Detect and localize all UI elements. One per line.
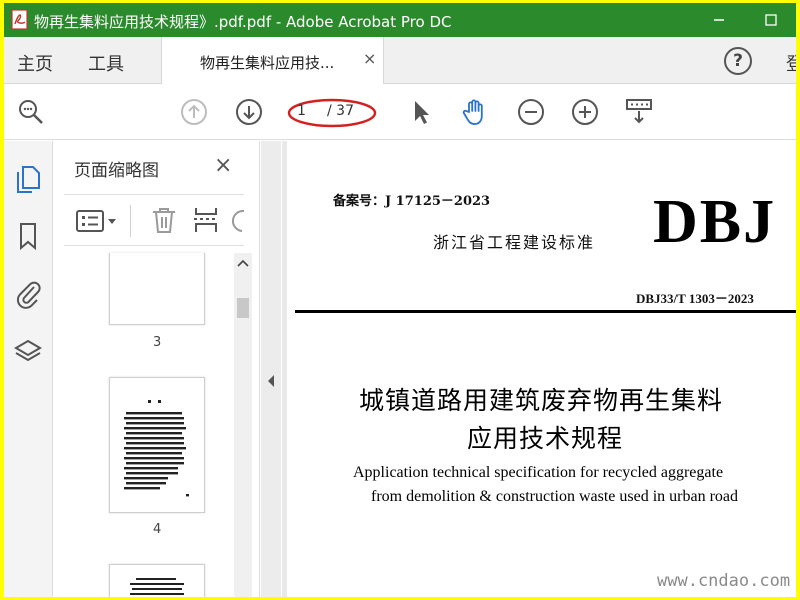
help-icon[interactable]: ? xyxy=(724,47,752,75)
minimize-icon xyxy=(714,19,724,21)
search-zoom-icon[interactable] xyxy=(16,97,46,127)
attachments-icon[interactable] xyxy=(14,279,42,309)
page-thumbnails-icon[interactable] xyxy=(14,163,42,193)
insert-page-icon[interactable] xyxy=(192,205,220,235)
thumbnail-scrollbar[interactable] xyxy=(234,253,252,597)
page-current[interactable]: 1 xyxy=(297,103,306,119)
tab-home[interactable]: 主页 xyxy=(17,50,53,76)
zoom-in-icon[interactable] xyxy=(570,97,600,127)
thumbnail-number-4: 4 xyxy=(153,522,162,537)
thumbnail-number-3: 3 xyxy=(153,335,162,350)
document-tab-close-icon[interactable]: × xyxy=(363,49,376,68)
scroll-up-icon[interactable] xyxy=(237,259,249,267)
document-tab[interactable]: 物再生集料应用技... × xyxy=(161,37,384,84)
thumbnail-page-4[interactable] xyxy=(109,377,205,513)
next-page-icon[interactable] xyxy=(234,97,264,127)
tab-tools[interactable]: 工具 xyxy=(88,50,124,76)
document-view[interactable]: 备案号：J 17125－2023 浙江省工程建设标准 DBJ DBJ33/T 1… xyxy=(282,141,796,597)
thumbnail-page-4-content xyxy=(124,400,189,497)
window-title: 物再生集料应用技术规程》.pdf.pdf - Adobe Acrobat Pro… xyxy=(34,13,452,31)
sign-in-label[interactable]: 登 xyxy=(786,50,796,76)
minimize-button[interactable] xyxy=(704,9,734,31)
rotate-page-icon[interactable] xyxy=(232,207,246,235)
bookmarks-icon[interactable] xyxy=(14,221,42,251)
document-page: 备案号：J 17125－2023 浙江省工程建设标准 DBJ DBJ33/T 1… xyxy=(287,141,796,597)
thumbnail-options-icon[interactable] xyxy=(76,209,120,233)
panel-toolbar-divider xyxy=(130,205,131,237)
thumbnail-page-3[interactable] xyxy=(109,253,205,325)
layers-icon[interactable] xyxy=(14,337,42,367)
select-cursor-icon[interactable] xyxy=(406,97,436,127)
tab-bar: 主页 工具 物再生集料应用技... × ? 登 xyxy=(4,37,796,84)
left-navigation-rail xyxy=(4,141,53,597)
english-title-line1: Application technical specification for … xyxy=(353,464,724,481)
panel-title: 页面缩略图 xyxy=(74,161,159,181)
thumbnail-page-5-content xyxy=(130,578,184,595)
acrobat-window: 物再生集料应用技术规程》.pdf.pdf - Adobe Acrobat Pro… xyxy=(4,3,796,597)
maximize-icon xyxy=(765,14,777,26)
thumbnail-page-5[interactable] xyxy=(109,564,205,597)
standard-code: DBJ33/T 1303－2023 xyxy=(636,291,754,306)
dbj-logo: DBJ xyxy=(653,188,777,256)
page-thumbnails-panel: 页面缩略图 × 3 4 xyxy=(54,141,260,597)
fit-page-icon[interactable] xyxy=(624,97,654,127)
zoom-out-icon[interactable] xyxy=(516,97,546,127)
acrobat-app-icon[interactable] xyxy=(10,9,30,31)
scrollbar-thumb[interactable] xyxy=(237,298,249,318)
previous-page-icon[interactable] xyxy=(179,97,209,127)
record-number: 备案号：J 17125－2023 xyxy=(333,194,491,209)
panel-toolbar xyxy=(64,194,246,246)
maximize-button[interactable] xyxy=(756,9,786,31)
document-tab-label: 物再生集料应用技... xyxy=(200,54,335,72)
document-title-line1: 城镇道路用建筑废弃物再生集料 xyxy=(359,386,724,415)
page-total: / 37 xyxy=(327,103,354,119)
panel-splitter[interactable] xyxy=(261,141,281,597)
standard-name: 浙江省工程建设标准 xyxy=(433,233,596,252)
header-rule xyxy=(295,310,796,313)
collapse-panel-icon[interactable] xyxy=(267,374,275,388)
document-title-line2: 应用技术规程 xyxy=(467,424,624,453)
watermark: www.cndao.com xyxy=(657,571,791,591)
hand-tool-icon[interactable] xyxy=(460,97,490,127)
page-number-field[interactable]: 1 / 37 xyxy=(287,97,377,128)
delete-page-icon[interactable] xyxy=(150,205,178,235)
title-bar: 物再生集料应用技术规程》.pdf.pdf - Adobe Acrobat Pro… xyxy=(4,3,796,37)
panel-close-icon[interactable]: × xyxy=(214,153,232,178)
english-title-line2: from demolition & construction waste use… xyxy=(371,488,739,505)
main-toolbar: 1 / 37 xyxy=(4,85,796,140)
